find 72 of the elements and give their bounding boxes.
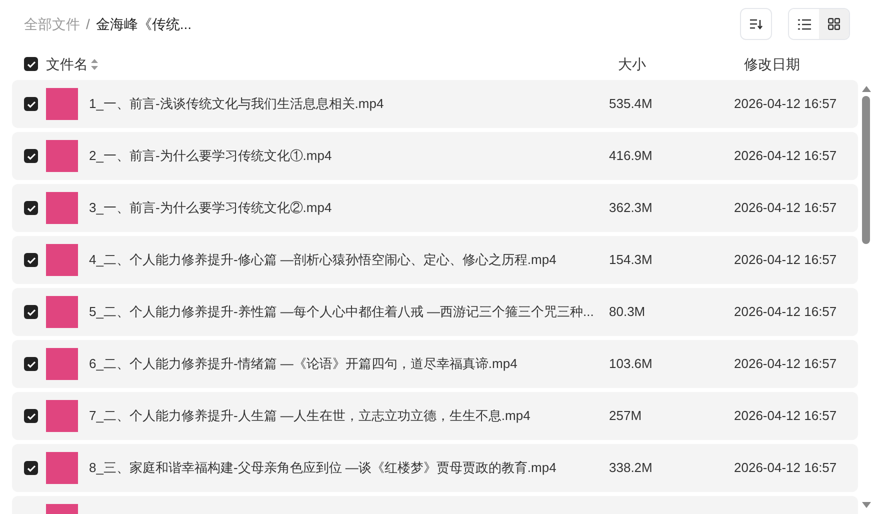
file-name: 8_三、家庭和谐幸福构建-父母亲角色应到位 —谈《红楼梦》贾母贾政的教育.mp4	[89, 459, 558, 478]
photo-placeholder	[46, 244, 78, 276]
column-header[interactable]: 文件名	[46, 54, 88, 74]
photo-placeholder	[46, 192, 78, 224]
file-row[interactable]: 1_一、前言-浅谈传统文化与我们生活息息相关.mp4 535.4M 2026-04-12 16:57	[12, 80, 858, 128]
checkbox[interactable]	[24, 57, 38, 71]
file-name: 1_一、前言-浅谈传统文化与我们生活息息相关.mp4	[89, 95, 385, 114]
checkbox[interactable]	[24, 409, 38, 423]
view-toggle[interactable]	[819, 9, 849, 39]
checkbox[interactable]	[24, 305, 38, 319]
modified-date: 2026-04-12 16:57	[734, 303, 837, 322]
breadcrumb-item[interactable]: 金海峰《传统...	[96, 14, 192, 34]
breadcrumb-separator: /	[86, 14, 90, 34]
photo-placeholder	[46, 296, 78, 328]
file-row[interactable]: 8_三、家庭和谐幸福构建-父母亲角色应到位 —谈《红楼梦》贾母贾政的教育.mp4 338.2M 2026-04-12 16:57	[12, 444, 858, 492]
file-row[interactable]: 4_二、个人能力修养提升-修心篇 —剖析心猿孙悟空闹心、定心、修心之历程.mp4 154.3M 2026-04-12 16:57	[12, 236, 858, 284]
sort-arrows-icon	[91, 58, 98, 70]
list-icon	[798, 18, 810, 30]
modified-date: 2026-04-12 16:57	[734, 355, 837, 374]
modified-date: 2026-04-12 16:57	[734, 95, 837, 114]
sort-icon	[749, 18, 763, 30]
checkmark-icon	[26, 152, 36, 160]
column-header[interactable]: 大小	[618, 54, 744, 74]
sort-button[interactable]	[740, 8, 772, 40]
checkmark-icon	[26, 256, 36, 264]
photo-placeholder	[46, 140, 78, 172]
scrollbar-thumb[interactable]	[862, 96, 870, 244]
file-size: 103.6M	[609, 355, 654, 374]
checkbox[interactable]	[24, 201, 38, 215]
photo-placeholder	[46, 348, 78, 380]
modified-date: 2026-04-12 16:57	[734, 251, 837, 270]
checkbox[interactable]	[24, 253, 38, 267]
grid-icon	[828, 18, 840, 30]
checkmark-icon	[26, 60, 36, 68]
file-size: 154.3M	[609, 251, 654, 270]
file-size: 338.2M	[609, 459, 654, 478]
file-row[interactable]: 2_一、前言-为什么要学习传统文化①.mp4 416.9M 2026-04-12 16:57	[12, 132, 858, 180]
file-name: 5_二、个人能力修养提升-养性篇 —每个人心中都住着八戒 —西游记三个箍三个咒三种...	[89, 303, 595, 322]
checkmark-icon	[26, 464, 36, 472]
file-row[interactable]: 6_二、个人能力修养提升-情绪篇 —《论语》开篇四句，道尽幸福真谛.mp4 103.6M 2026-04-12 16:57	[12, 340, 858, 388]
file-size: 257M	[609, 407, 643, 426]
file-row[interactable]: 7_二、个人能力修养提升-人生篇 —人生在世，立志立功立德，生生不息.mp4 257M 2026-04-12 16:57	[12, 392, 858, 440]
checkmark-icon	[26, 100, 36, 108]
checkbox[interactable]	[24, 97, 38, 111]
checkmark-icon	[26, 412, 36, 420]
modified-date: 2026-04-12 16:57	[734, 147, 837, 166]
file-size: 80.3M	[609, 303, 646, 322]
checkmark-icon	[26, 204, 36, 212]
modified-date: 2026-04-12 16:57	[734, 199, 837, 218]
file-row[interactable]: 3_一、前言-为什么要学习传统文化②.mp4 362.3M 2026-04-12 16:57	[12, 184, 858, 232]
checkmark-icon	[26, 360, 36, 368]
photo-placeholder	[46, 400, 78, 432]
scroll-down-icon[interactable]	[862, 502, 870, 508]
file-size: 362.3M	[609, 199, 654, 218]
file-name: 4_二、个人能力修养提升-修心篇 —剖析心猿孙悟空闹心、定心、修心之历程.mp4	[89, 251, 558, 270]
photo-placeholder	[46, 452, 78, 484]
checkmark-icon	[26, 308, 36, 316]
checkbox[interactable]	[24, 357, 38, 371]
file-size: 416.9M	[609, 147, 654, 166]
file-name: 3_一、前言-为什么要学习传统文化②.mp4	[89, 199, 333, 218]
column-header[interactable]: 修改日期	[744, 54, 800, 74]
file-size: 535.4M	[609, 95, 654, 114]
modified-date: 2026-04-12 16:57	[734, 407, 837, 426]
checkbox[interactable]	[24, 461, 38, 475]
photo-placeholder	[46, 88, 78, 120]
checkbox[interactable]	[24, 149, 38, 163]
file-row[interactable]: 5_二、个人能力修养提升-养性篇 —每个人心中都住着八戒 —西游记三个箍三个咒三种... 80.3M 2026-04-12 16:57	[12, 288, 858, 336]
file-name: 2_一、前言-为什么要学习传统文化①.mp4	[89, 147, 333, 166]
modified-date: 2026-04-12 16:57	[734, 459, 837, 478]
file-name: 6_二、个人能力修养提升-情绪篇 —《论语》开篇四句，道尽幸福真谛.mp4	[89, 355, 518, 374]
scroll-up-icon[interactable]	[862, 86, 870, 92]
file-name: 7_二、个人能力修养提升-人生篇 —人生在世，立志立功立德，生生不息.mp4	[89, 407, 532, 426]
